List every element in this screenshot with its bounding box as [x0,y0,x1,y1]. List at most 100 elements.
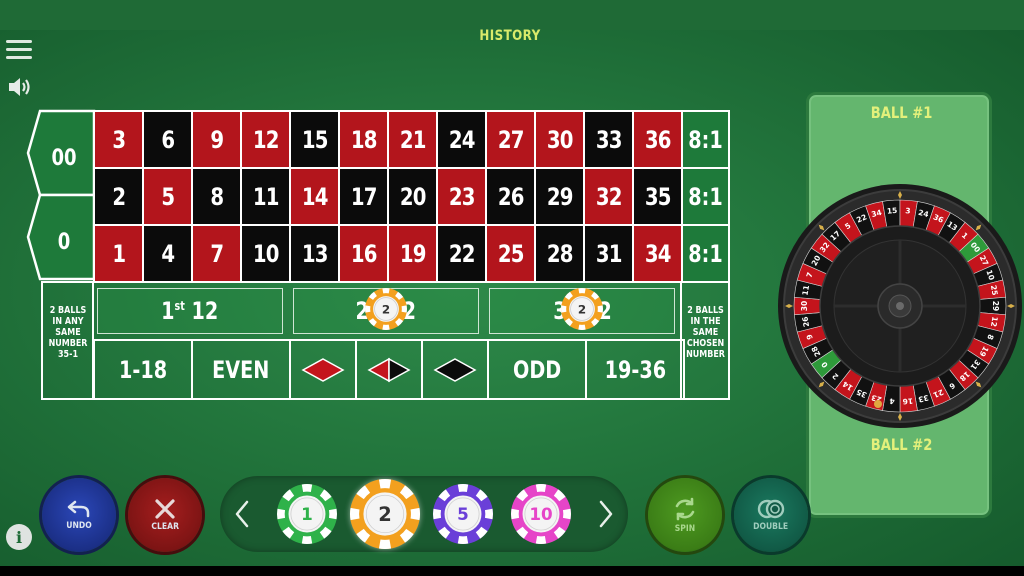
ball-1-label: BALL #1 [871,103,933,122]
roulette-wheel: 02892630117203217522 34 15 3 24 3613100271025… [778,184,1022,428]
chevron-right-icon[interactable] [596,496,616,532]
clear-label: CLEAR [151,522,179,532]
column-bet-3[interactable]: 8:1 [681,224,730,283]
wheel-number: 26 [801,316,812,328]
red-black-diamond-icon [367,357,411,382]
red-diamond-icon [301,357,345,382]
double-button[interactable]: DOUBLE [734,478,808,552]
spin-button[interactable]: SPIN [648,478,722,552]
number-cell-36[interactable]: 36 [632,110,683,169]
number-cell-6[interactable]: 6 [142,110,193,169]
number-cell-23[interactable]: 23 [436,167,487,226]
number-cell-22[interactable]: 22 [436,224,487,283]
zero-cells: 000 [26,109,96,281]
number-cell-15[interactable]: 15 [289,110,340,169]
number-cell-3[interactable]: 3 [93,110,144,169]
wheel-number: 29 [991,301,1000,311]
column-bet-1[interactable]: 8:1 [681,110,730,169]
zero-label: 00 [51,144,76,170]
chip-5[interactable]: 5 [432,483,494,545]
chip-value: 2 [578,302,586,316]
number-cell-27[interactable]: 27 [485,110,536,169]
dozen-label: 1st 12 [161,297,219,325]
number-cell-28[interactable]: 28 [534,224,585,283]
even-bet[interactable]: EVEN [191,339,291,400]
number-cell-18[interactable]: 18 [338,110,389,169]
wheel-number: 12 [989,316,1000,328]
number-cell-16[interactable]: 16 [338,224,389,283]
zero-label: 0 [58,228,71,254]
bottom-bar [0,566,1024,576]
number-cell-20[interactable]: 20 [387,167,438,226]
info-icon[interactable]: i [6,524,32,550]
number-cell-24[interactable]: 24 [436,110,487,169]
red-black-bet[interactable] [355,339,423,400]
number-cell-14[interactable]: 14 [289,167,340,226]
chip-10[interactable]: 10 [510,483,572,545]
number-cell-31[interactable]: 31 [583,224,634,283]
cell-0[interactable]: 0 [26,193,96,281]
placed-chip[interactable]: 2 [560,287,604,331]
chip-value: 1 [301,504,313,524]
ball-2-label: BALL #2 [871,435,933,454]
betting-table: 00 0 3 6 9 12 15 18 21 24 27 30 33 36 2 5 8 11 14 17 20 23 26 2… [0,0,760,420]
number-cell-21[interactable]: 21 [387,110,438,169]
number-cell-32[interactable]: 32 [583,167,634,226]
number-cell-29[interactable]: 29 [534,167,585,226]
number-cell-11[interactable]: 11 [240,167,291,226]
double-label: DOUBLE [753,522,789,532]
number-cell-12[interactable]: 12 [240,110,291,169]
high-bet[interactable]: 19-36 [585,339,685,400]
number-cell-26[interactable]: 26 [485,167,536,226]
wheel-number: 30 [800,301,809,311]
number-cell-25[interactable]: 25 [485,224,536,283]
wheel-number: 25 [989,284,1000,296]
chevron-left-icon[interactable] [232,496,252,532]
number-cell-30[interactable]: 30 [534,110,585,169]
number-cell-5[interactable]: 5 [142,167,193,226]
wheel-number: 16 [902,396,913,406]
black-bet[interactable] [421,339,489,400]
wheel-number: 11 [801,284,812,296]
undo-icon [67,500,90,518]
number-cell-9[interactable]: 9 [191,110,242,169]
number-cell-10[interactable]: 10 [240,224,291,283]
odd-bet[interactable]: ODD [487,339,587,400]
number-cell-1[interactable]: 1 [93,224,144,283]
number-cell-34[interactable]: 34 [632,224,683,283]
undo-button[interactable]: UNDO [42,478,116,552]
chip-value: 2 [378,503,392,526]
spin-icon [675,497,695,521]
black-diamond-icon [433,357,477,382]
red-bet[interactable] [289,339,357,400]
number-cell-19[interactable]: 19 [387,224,438,283]
chip-value: 10 [529,504,552,524]
left-side-bet[interactable]: 2 BALLS IN ANY SAME NUMBER 35-1 [43,305,93,360]
column-bet-2[interactable]: 8:1 [681,167,730,226]
dozen-bet-1[interactable]: 1st 12 [97,288,283,334]
undo-label: UNDO [66,521,92,531]
chip-1[interactable]: 1 [276,483,338,545]
wheel-number: 3 [905,206,911,215]
chip-value: 5 [457,504,469,524]
number-cell-4[interactable]: 4 [142,224,193,283]
number-cell-8[interactable]: 8 [191,167,242,226]
cell-00[interactable]: 00 [26,109,96,197]
number-cell-17[interactable]: 17 [338,167,389,226]
clear-button[interactable]: CLEAR [128,478,202,552]
number-cell-33[interactable]: 33 [583,110,634,169]
placed-chip[interactable]: 2 [364,287,408,331]
number-cell-13[interactable]: 13 [289,224,340,283]
ball [874,400,882,408]
wheel-number: 15 [887,206,898,216]
number-cell-2[interactable]: 2 [93,167,144,226]
chip-value: 2 [382,302,390,316]
spin-label: SPIN [674,524,696,534]
number-cell-35[interactable]: 35 [632,167,683,226]
wheel-number: 4 [889,396,895,405]
right-side-bet[interactable]: 2 BALLS IN THE SAME CHOSEN NUMBER [681,305,730,360]
double-icon [757,499,785,519]
chip-2[interactable]: 2 [349,478,421,550]
number-cell-7[interactable]: 7 [191,224,242,283]
low-bet[interactable]: 1-18 [93,339,193,400]
